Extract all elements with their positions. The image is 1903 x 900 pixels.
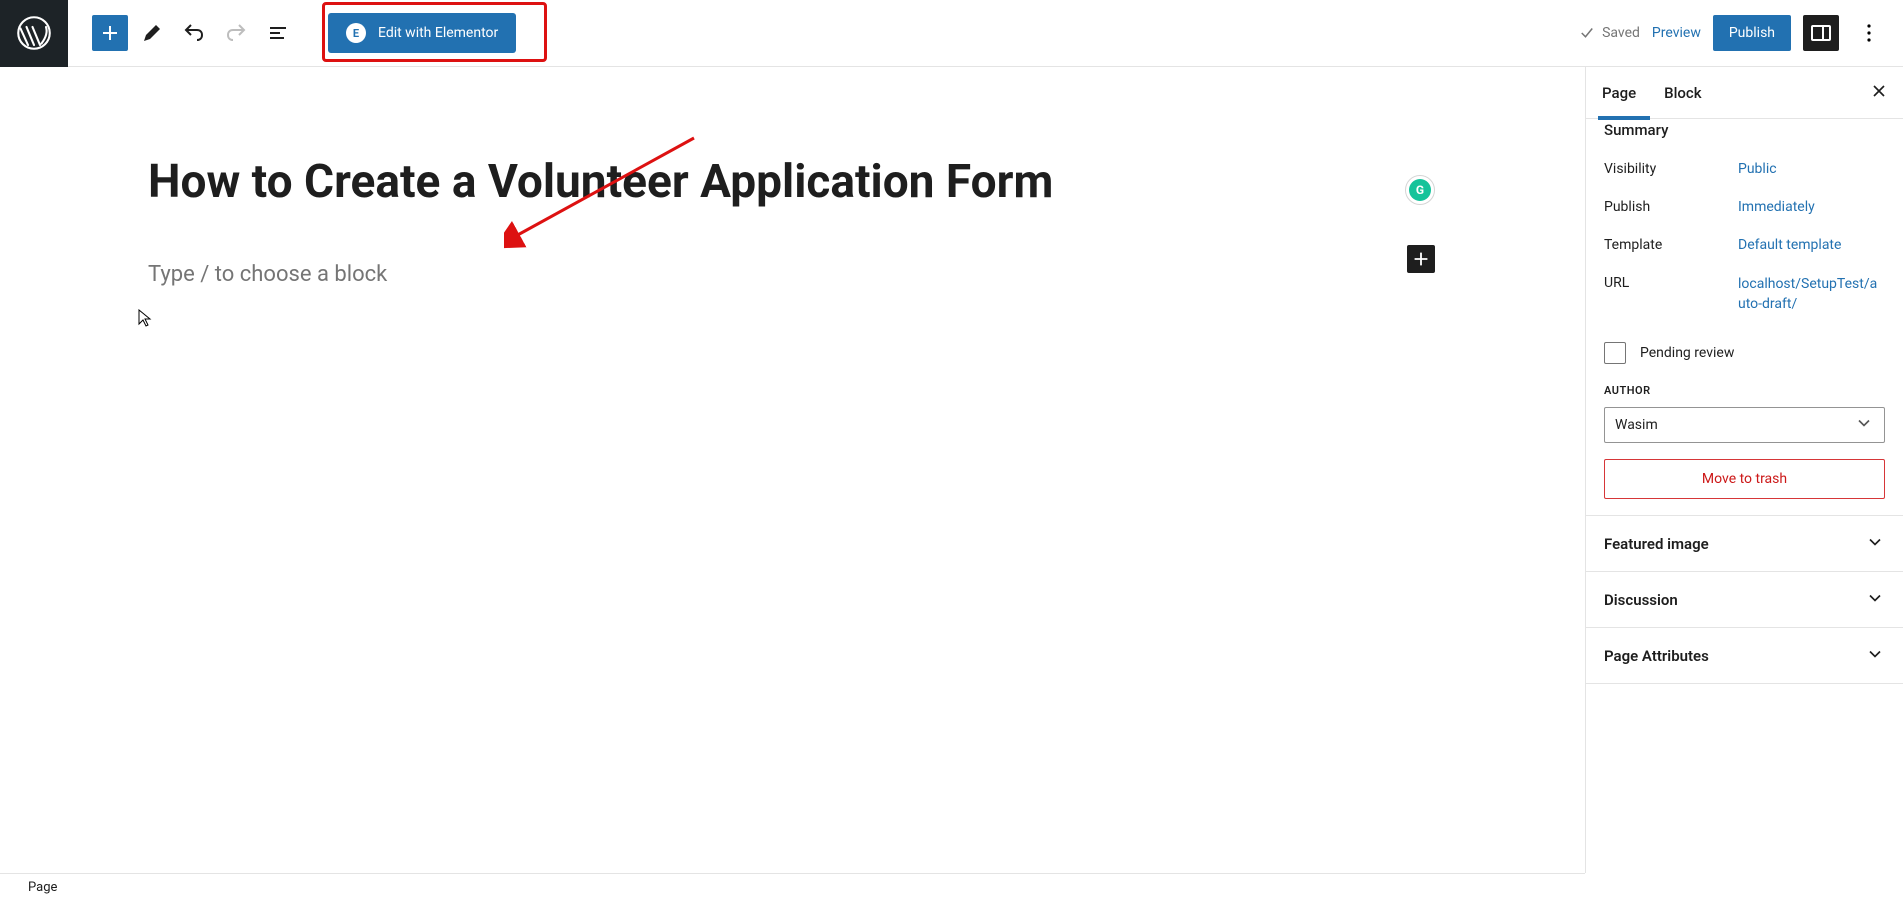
move-to-trash-button[interactable]: Move to trash <box>1604 459 1885 499</box>
redo-button[interactable] <box>218 15 254 51</box>
pending-review-label: Pending review <box>1640 345 1734 361</box>
chevron-down-icon <box>1865 532 1885 556</box>
preview-link[interactable]: Preview <box>1652 25 1701 41</box>
add-block-button[interactable] <box>92 15 128 51</box>
author-label: AUTHOR <box>1604 384 1885 397</box>
featured-image-section[interactable]: Featured image <box>1586 516 1903 572</box>
breadcrumb[interactable]: Page <box>28 880 57 895</box>
page-attributes-section[interactable]: Page Attributes <box>1586 628 1903 684</box>
tab-block[interactable]: Block <box>1664 67 1701 119</box>
publish-label: Publish <box>1604 199 1738 215</box>
chevron-down-icon <box>1865 644 1885 668</box>
close-sidebar-button[interactable] <box>1869 81 1889 105</box>
discussion-section[interactable]: Discussion <box>1586 572 1903 628</box>
edit-tool-icon[interactable] <box>134 15 170 51</box>
author-select[interactable]: Wasim <box>1604 407 1885 443</box>
author-value: Wasim <box>1615 417 1658 433</box>
visibility-label: Visibility <box>1604 161 1738 177</box>
wordpress-logo[interactable] <box>0 0 68 67</box>
url-label: URL <box>1604 275 1738 314</box>
sidebar-toggle-button[interactable] <box>1803 15 1839 51</box>
page-attributes-label: Page Attributes <box>1604 647 1709 665</box>
visibility-value[interactable]: Public <box>1738 161 1777 177</box>
block-placeholder[interactable]: Type / to choose a block <box>148 262 1585 287</box>
discussion-label: Discussion <box>1604 591 1678 609</box>
publish-value[interactable]: Immediately <box>1738 199 1815 215</box>
url-value[interactable]: localhost/SetupTest/auto-draft/ <box>1738 275 1880 314</box>
chevron-down-icon <box>1865 588 1885 612</box>
grammarly-icon[interactable]: G <box>1405 175 1435 205</box>
saved-status: Saved <box>1578 24 1640 42</box>
undo-button[interactable] <box>176 15 212 51</box>
tab-page[interactable]: Page <box>1602 67 1636 119</box>
elementor-icon: E <box>346 23 366 43</box>
check-icon <box>1578 24 1596 42</box>
cursor-icon <box>138 309 152 331</box>
edit-with-elementor-button[interactable]: E Edit with Elementor <box>328 13 516 53</box>
saved-label: Saved <box>1602 25 1640 41</box>
template-label: Template <box>1604 237 1738 253</box>
inline-add-block-button[interactable] <box>1407 245 1435 273</box>
more-options-button[interactable] <box>1851 15 1887 51</box>
page-title-input[interactable]: How to Create a Volunteer Application Fo… <box>148 155 1088 210</box>
pending-review-checkbox[interactable] <box>1604 342 1626 364</box>
template-value[interactable]: Default template <box>1738 237 1841 253</box>
featured-image-label: Featured image <box>1604 535 1709 553</box>
publish-button[interactable]: Publish <box>1713 15 1791 51</box>
summary-section-title: Summary <box>1604 121 1885 139</box>
chevron-down-icon <box>1854 413 1874 437</box>
document-overview-button[interactable] <box>260 15 296 51</box>
elementor-button-label: Edit with Elementor <box>378 25 498 41</box>
